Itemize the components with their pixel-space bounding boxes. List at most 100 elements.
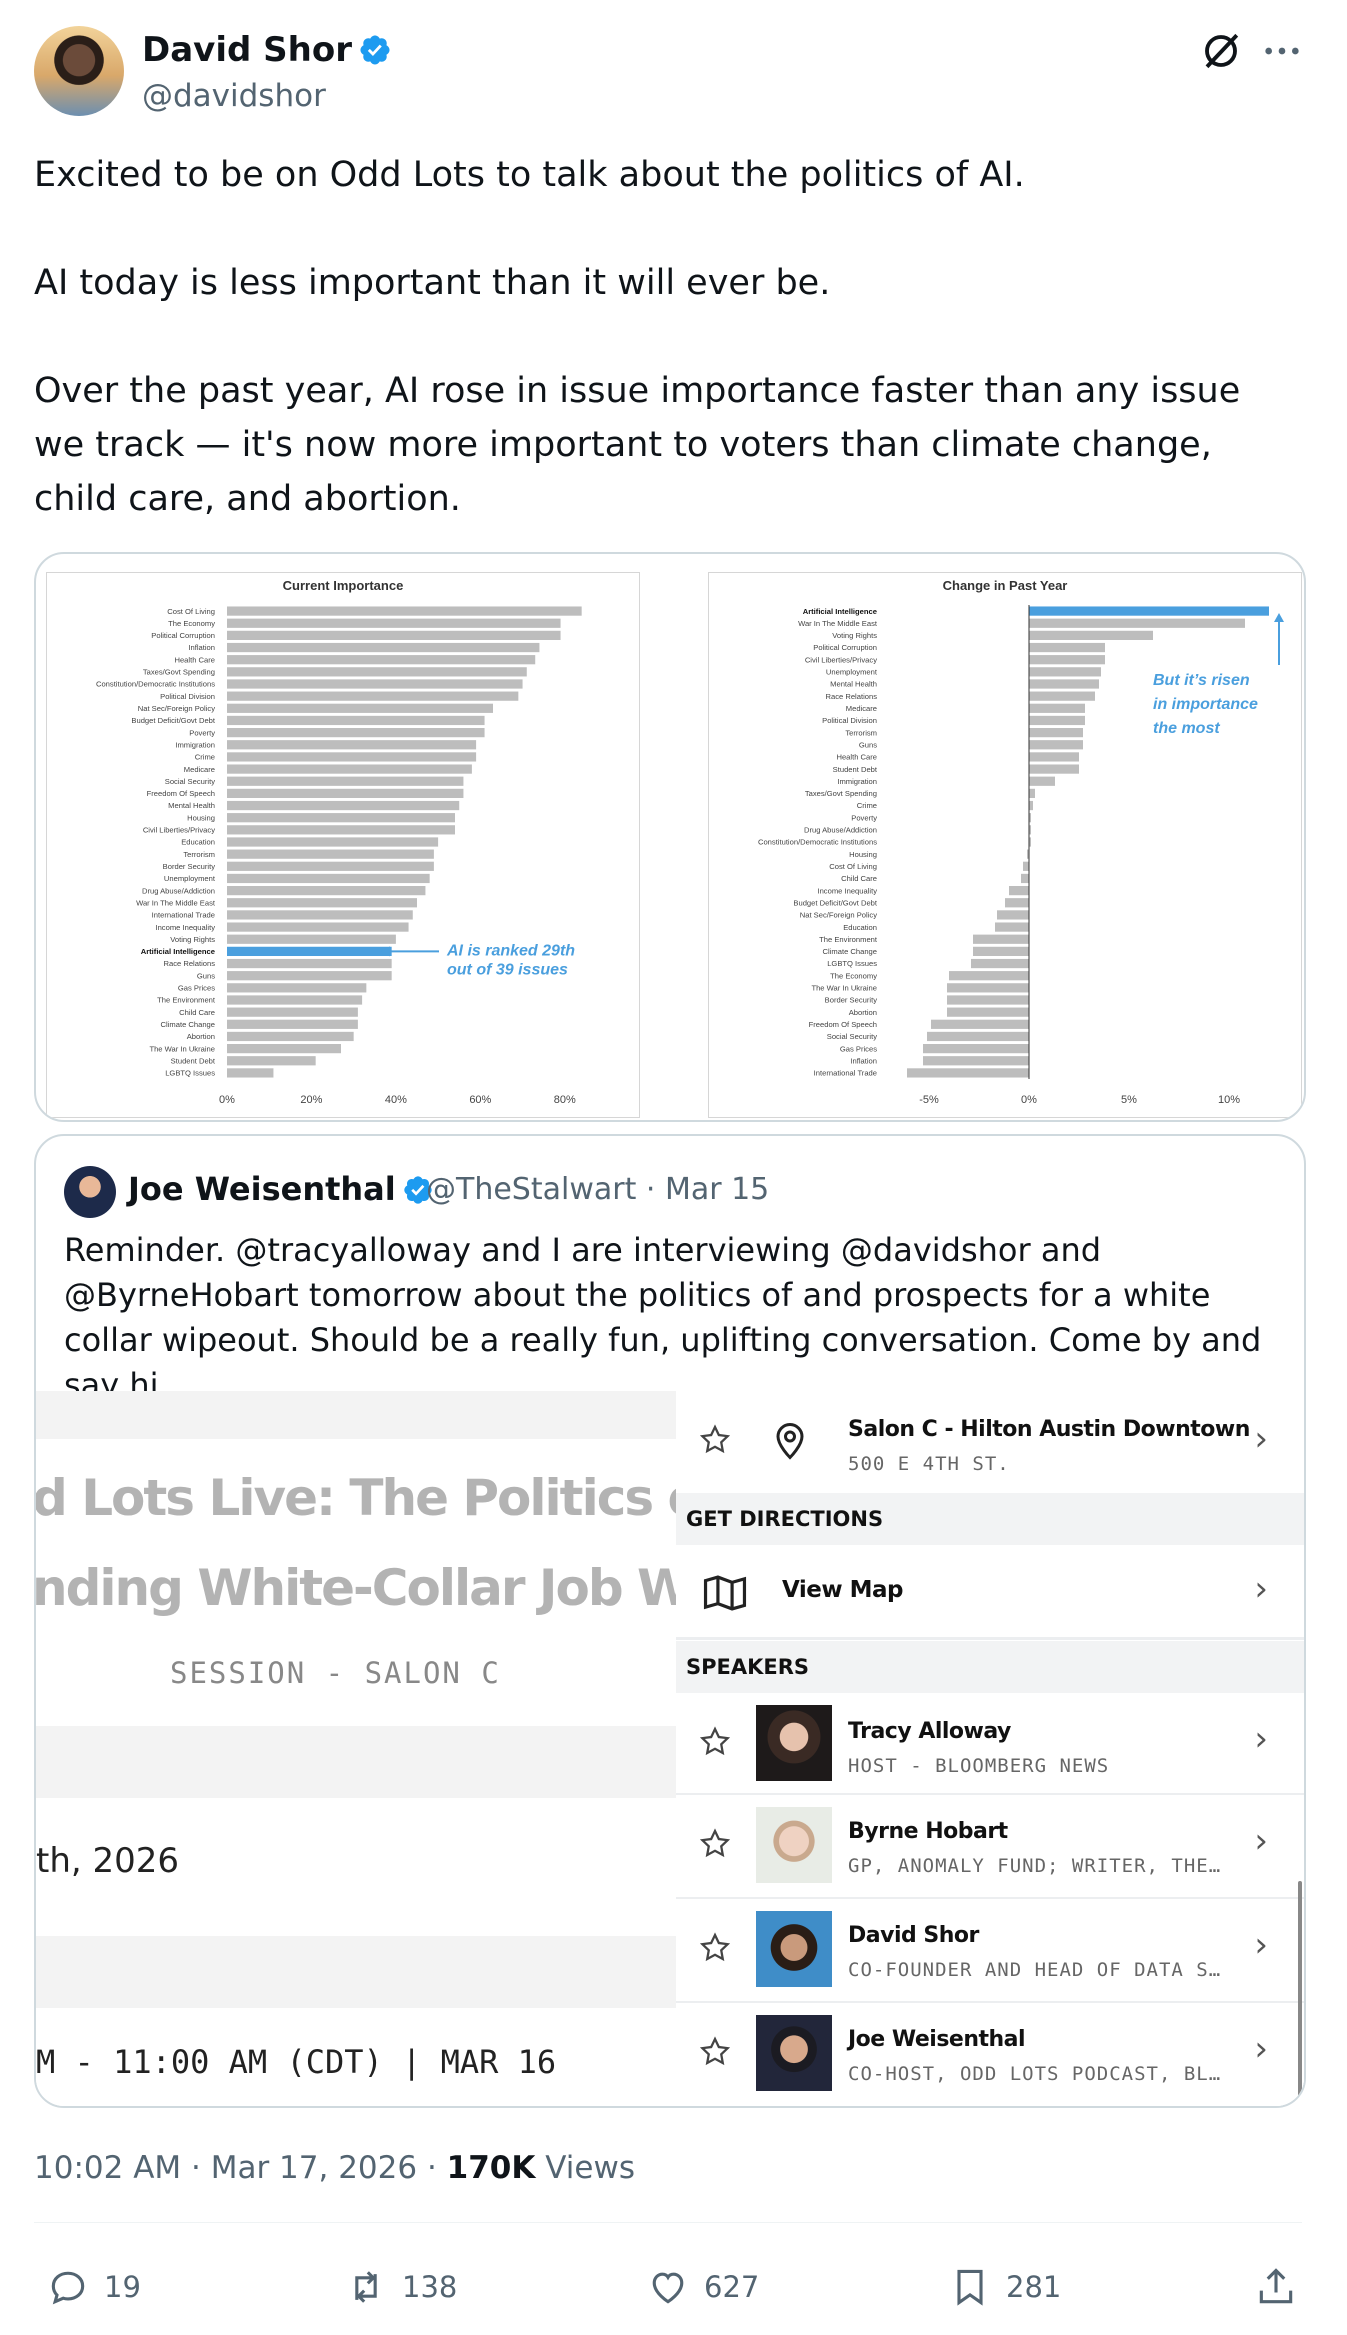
bar xyxy=(227,861,434,871)
category-label: Cost Of Living xyxy=(829,862,877,871)
bar xyxy=(1029,703,1085,713)
category-label: Taxes/Govt Spending xyxy=(805,789,877,798)
category-label: Guns xyxy=(197,971,215,980)
tweet-timestamp[interactable]: 10:02 AM · Mar 17, 2026 · xyxy=(34,2150,447,2186)
category-label: Health Care xyxy=(836,753,877,762)
bar xyxy=(227,898,417,908)
annotation-text: the most xyxy=(1153,720,1220,737)
category-label: Inflation xyxy=(850,1056,877,1065)
event-sidebar: Salon C - Hilton Austin Downtown 500 E 4… xyxy=(676,1391,1304,2106)
bookmark-button[interactable]: 281 xyxy=(948,2265,1061,2309)
bar xyxy=(1029,800,1033,811)
bar xyxy=(995,922,1029,932)
bookmark-count: 281 xyxy=(1006,2270,1062,2304)
bar xyxy=(949,971,1029,981)
bar xyxy=(1029,764,1079,774)
category-label: Border Security xyxy=(163,862,216,871)
bar xyxy=(1009,885,1029,896)
category-label: Guns xyxy=(859,740,877,749)
star-icon[interactable] xyxy=(698,1931,732,1965)
reply-button[interactable]: 19 xyxy=(46,2265,141,2309)
category-label: Mental Health xyxy=(168,801,215,810)
bar xyxy=(947,1007,1029,1017)
author-avatar[interactable] xyxy=(34,26,124,116)
bar xyxy=(923,1043,1029,1054)
bar xyxy=(1029,630,1153,641)
like-button[interactable]: 627 xyxy=(646,2265,759,2309)
bookmark-icon xyxy=(957,2269,983,2306)
bar xyxy=(997,910,1029,920)
location-pin-icon xyxy=(776,1423,804,1460)
speaker-photo xyxy=(756,2015,832,2091)
speaker-row[interactable]: David Shor CO-FOUNDER AND HEAD OF DATA S… xyxy=(676,1899,1304,2004)
star-icon[interactable] xyxy=(698,1725,732,1759)
category-label: Civil Liberties/Privacy xyxy=(805,655,877,664)
category-label: Poverty xyxy=(189,728,215,737)
view-map-row[interactable]: View Map › xyxy=(676,1545,1304,1640)
bar xyxy=(227,752,477,762)
bar xyxy=(1029,727,1083,738)
more-options-icon[interactable] xyxy=(1262,34,1302,68)
star-icon[interactable] xyxy=(698,1827,732,1861)
bar xyxy=(1029,776,1055,786)
star-icon[interactable] xyxy=(698,2035,732,2069)
bar xyxy=(227,983,367,993)
category-label: Drug Abuse/Addiction xyxy=(142,886,215,895)
quoted-avatar[interactable] xyxy=(64,1166,116,1218)
category-label: Race Relations xyxy=(164,959,216,968)
bar xyxy=(227,849,434,859)
quoted-author-name[interactable]: Joe Weisenthal xyxy=(128,1170,434,1208)
chart-image[interactable]: Current Importance Cost Of Living The Econ… xyxy=(34,552,1306,1122)
event-screenshot[interactable]: d Lots Live: The Politics of t nding Whi… xyxy=(36,1391,1304,2106)
star-icon[interactable] xyxy=(698,1423,732,1457)
annotation-text: AI is ranked 29th xyxy=(446,942,575,959)
speaker-row[interactable]: Tracy Alloway HOST - BLOOMBERG NEWS › xyxy=(676,1693,1304,1796)
category-label: Voting Rights xyxy=(832,631,877,640)
share-button[interactable] xyxy=(1254,2265,1298,2309)
category-label: Voting Rights xyxy=(170,935,215,944)
bar xyxy=(973,946,1029,957)
bar xyxy=(927,1031,1029,1042)
category-label: Cost Of Living xyxy=(167,607,215,616)
category-label: Budget Deficit/Govt Debt xyxy=(131,716,215,725)
speaker-row[interactable]: Byrne Hobart GP, ANOMALY FUND; WRITER, T… xyxy=(676,1795,1304,1900)
scrollbar[interactable] xyxy=(1298,1881,1302,2106)
category-label: Freedom Of Speech xyxy=(147,789,215,798)
category-label: Child Care xyxy=(841,874,877,883)
event-detail-pane: d Lots Live: The Politics of t nding Whi… xyxy=(36,1391,676,2106)
category-label: War In The Middle East xyxy=(798,619,878,628)
repost-button[interactable]: 138 xyxy=(344,2265,457,2309)
category-label: Constitution/Democratic Institutions xyxy=(758,838,877,847)
bar xyxy=(1005,898,1029,908)
category-label: Political Division xyxy=(160,692,215,701)
speaker-row[interactable]: Joe Weisenthal CO-HOST, ODD LOTS PODCAST… xyxy=(676,2003,1304,2106)
verified-badge-icon xyxy=(360,35,390,65)
map-icon xyxy=(703,1575,747,1611)
bar xyxy=(947,983,1029,993)
category-label: Nat Sec/Foreign Policy xyxy=(138,704,215,713)
category-label: International Trade xyxy=(814,1069,877,1078)
author-name[interactable]: David Shor xyxy=(142,30,392,70)
quoted-tweet[interactable]: Joe Weisenthal @TheStalwart · Mar 15 Rem… xyxy=(34,1134,1306,2108)
category-label: Immigration xyxy=(837,777,877,786)
bar xyxy=(227,958,392,969)
category-label: Constitution/Democratic Institutions xyxy=(96,680,215,689)
bar xyxy=(227,1019,358,1029)
category-label: Border Security xyxy=(825,996,878,1005)
category-label: The War In Ukraine xyxy=(811,984,877,993)
share-icon xyxy=(1259,2268,1293,2304)
bar xyxy=(227,1043,341,1054)
event-title-line-1: d Lots Live: The Politics of t xyxy=(36,1469,676,1527)
chart-title: Change in Past Year xyxy=(943,578,1068,593)
author-handle[interactable]: @davidshor xyxy=(142,78,326,114)
quoted-author-handle[interactable]: @TheStalwart · Mar 15 xyxy=(426,1172,769,1207)
bar xyxy=(227,971,392,981)
grok-icon[interactable] xyxy=(1200,30,1242,72)
location-row[interactable]: Salon C - Hilton Austin Downtown 500 E 4… xyxy=(676,1391,1304,1496)
bar xyxy=(227,606,582,616)
speaker-role: HOST - BLOOMBERG NEWS xyxy=(848,1755,1110,1777)
category-label: Inflation xyxy=(188,643,215,652)
category-label: Taxes/Govt Spending xyxy=(143,668,215,677)
view-map-label: View Map xyxy=(782,1577,904,1603)
category-label: War In The Middle East xyxy=(136,898,216,907)
